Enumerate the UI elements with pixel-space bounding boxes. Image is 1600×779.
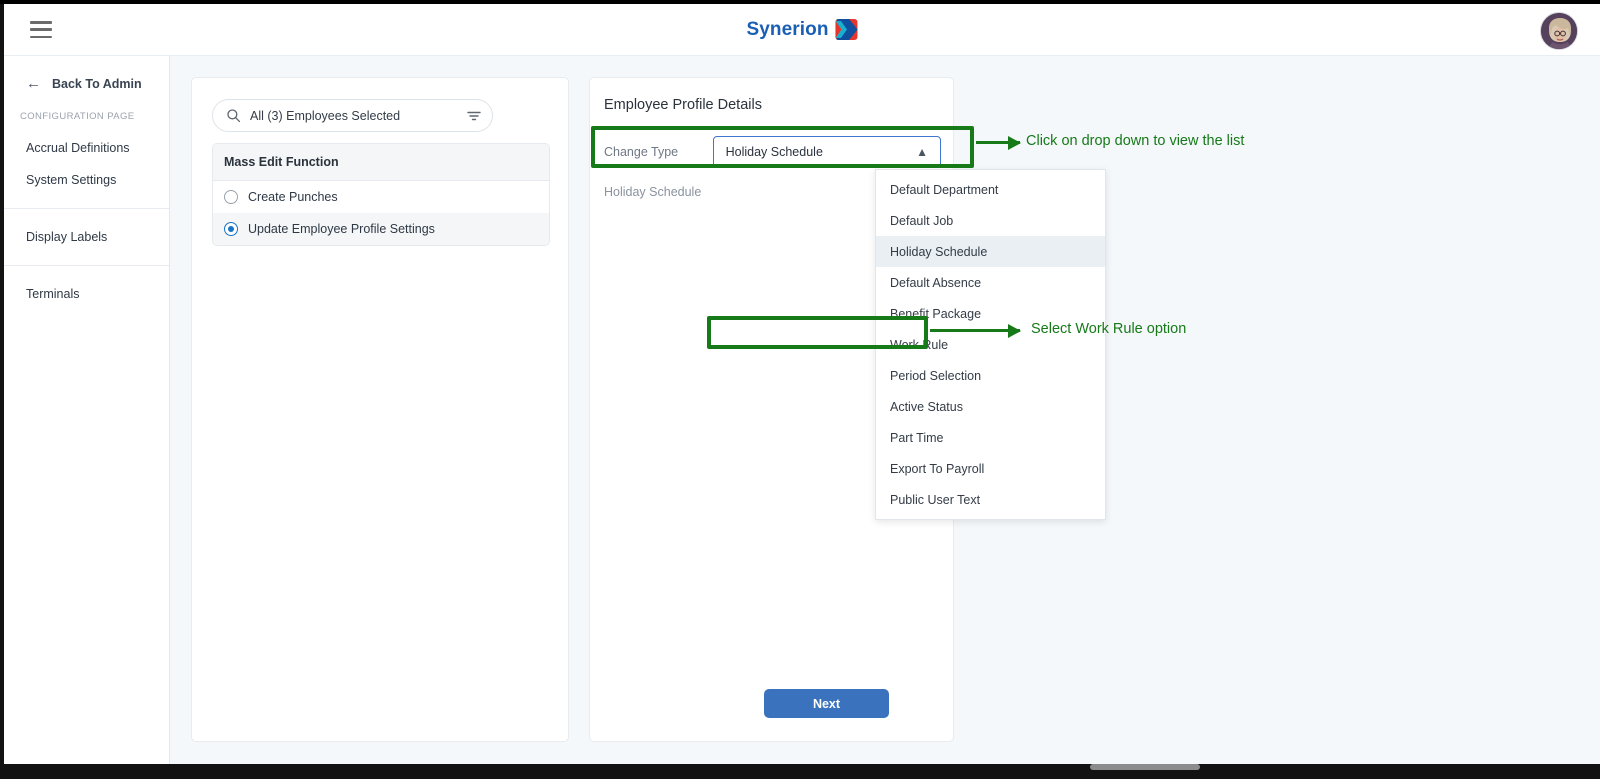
dropdown-item-default-department[interactable]: Default Department (876, 174, 1105, 205)
dropdown-item-default-absence[interactable]: Default Absence (876, 267, 1105, 298)
mass-edit-function-header: Mass Edit Function (213, 144, 549, 181)
employee-selection-panel: All (3) Employees Selected Mass Edit Fun… (191, 77, 569, 742)
radio-label-create-punches: Create Punches (248, 190, 338, 204)
sidebar-group-3: Terminals (4, 265, 169, 322)
filter-icon[interactable] (466, 108, 482, 124)
dropdown-item-public-user-text[interactable]: Public User Text (876, 484, 1105, 515)
sidebar-item-display-labels[interactable]: Display Labels (4, 221, 169, 253)
annotation-text-2: Select Work Rule option (1031, 321, 1187, 337)
holiday-schedule-label: Holiday Schedule (604, 185, 702, 199)
employee-profile-details-panel: Employee Profile Details Change Type Hol… (589, 77, 1106, 742)
brand-logo: Synerion (746, 18, 858, 41)
hamburger-menu-icon[interactable] (30, 21, 52, 38)
content-area: All (3) Employees Selected Mass Edit Fun… (170, 56, 1600, 764)
next-button[interactable]: Next (764, 689, 889, 718)
dropdown-item-period-selection[interactable]: Period Selection (876, 360, 1105, 391)
search-icon (227, 109, 241, 123)
sidebar-section-label: CONFIGURATION PAGE (20, 111, 135, 122)
dropdown-item-active-status[interactable]: Active Status (876, 391, 1105, 422)
change-type-select[interactable]: Holiday Schedule ▲ (712, 136, 941, 168)
user-avatar[interactable] (1540, 12, 1578, 50)
arrow-left-icon: ← (26, 75, 41, 92)
application-window: Synerion ← Back To Admin CONFIGURATION P… (0, 4, 1600, 764)
synerion-logo-mark-icon (835, 19, 858, 40)
dropdown-item-default-job[interactable]: Default Job (876, 205, 1105, 236)
radio-icon-update-employee-profile-settings[interactable] (224, 222, 238, 236)
mass-edit-function-card: Mass Edit Function Create Punches Update… (212, 143, 550, 246)
back-to-admin-label: Back To Admin (52, 76, 142, 91)
radio-option-create-punches[interactable]: Create Punches (213, 181, 549, 213)
sidebar-item-terminals[interactable]: Terminals (4, 278, 169, 310)
employee-search-box[interactable]: All (3) Employees Selected (212, 99, 493, 132)
back-to-admin-button[interactable]: ← Back To Admin (4, 56, 169, 105)
change-type-label: Change Type (604, 145, 679, 159)
scrollbar-thumb[interactable] (1090, 764, 1200, 770)
search-input[interactable]: All (3) Employees Selected (250, 109, 466, 123)
bottom-bar (0, 764, 1600, 779)
brand-name: Synerion (746, 18, 829, 40)
change-type-field-row: Change Type Holiday Schedule ▲ (604, 133, 941, 171)
radio-icon-create-punches[interactable] (224, 190, 238, 204)
sidebar-group-1: Accrual Definitions System Settings (4, 132, 169, 208)
sidebar-item-accrual-definitions[interactable]: Accrual Definitions (4, 132, 169, 164)
radio-option-update-employee-profile-settings[interactable]: Update Employee Profile Settings (213, 213, 549, 245)
sidebar: ← Back To Admin CONFIGURATION PAGE Accru… (4, 56, 170, 764)
page-title: Employee Profile Details (604, 97, 762, 113)
change-type-selected-value: Holiday Schedule (725, 145, 823, 159)
chevron-up-icon[interactable]: ▲ (916, 146, 928, 158)
top-bar: Synerion (4, 4, 1600, 56)
sidebar-group-2: Display Labels (4, 208, 169, 265)
dropdown-item-part-time[interactable]: Part Time (876, 422, 1105, 453)
change-type-dropdown-list[interactable]: Default Department Default Job Holiday S… (875, 169, 1106, 520)
sidebar-item-system-settings[interactable]: System Settings (4, 164, 169, 196)
annotation-text-1: Click on drop down to view the list (1026, 133, 1245, 149)
radio-label-update-employee-profile-settings: Update Employee Profile Settings (248, 222, 435, 236)
dropdown-item-holiday-schedule[interactable]: Holiday Schedule (876, 236, 1105, 267)
dropdown-item-export-to-payroll[interactable]: Export To Payroll (876, 453, 1105, 484)
